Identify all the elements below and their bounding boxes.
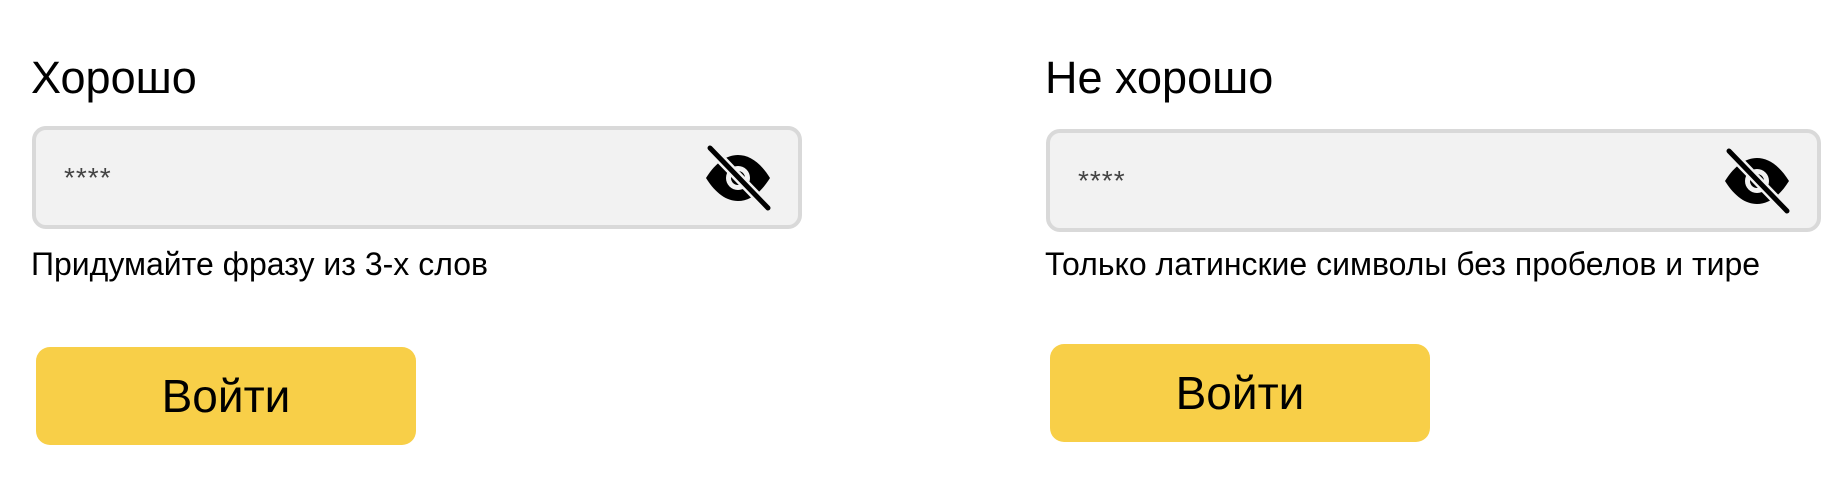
- password-value: ****: [1078, 165, 1126, 196]
- password-field[interactable]: ****: [1046, 129, 1821, 232]
- password-hint: Придумайте фразу из 3-х слов: [31, 246, 489, 282]
- bad-example-panel: Не хорошо **** Только латинские символы …: [1014, 0, 1834, 498]
- good-example-title: Хорошо: [31, 52, 197, 103]
- eye-slash-icon[interactable]: [1721, 145, 1793, 217]
- login-button[interactable]: Войти: [36, 347, 416, 445]
- password-hint: Только латинские символы без пробелов и …: [1045, 246, 1761, 282]
- eye-slash-icon[interactable]: [702, 142, 774, 214]
- password-field[interactable]: ****: [32, 126, 802, 229]
- bad-example-title: Не хорошо: [1045, 52, 1274, 103]
- good-example-panel: Хорошо **** Придумайте фразу из 3-х слов…: [0, 0, 820, 498]
- login-button[interactable]: Войти: [1050, 344, 1430, 442]
- password-value: ****: [64, 162, 112, 193]
